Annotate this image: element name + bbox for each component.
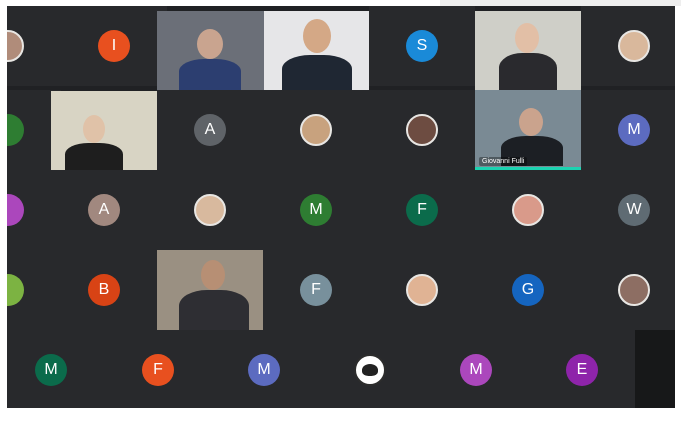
- participant-avatar: A: [194, 114, 226, 146]
- participant-tile[interactable]: B: [51, 250, 157, 330]
- participant-tile[interactable]: [581, 6, 675, 86]
- bottom-strip: [7, 408, 675, 435]
- logo-avatar: [354, 354, 386, 386]
- participant-tile[interactable]: M: [581, 90, 675, 170]
- participant-tile[interactable]: [369, 250, 475, 330]
- participant-video[interactable]: [157, 11, 264, 90]
- participant-avatar: [7, 114, 24, 146]
- participant-tile[interactable]: A: [51, 170, 157, 250]
- participant-avatar: G: [512, 274, 544, 306]
- participant-avatar: [406, 274, 438, 306]
- participant-avatar: F: [300, 274, 332, 306]
- participant-avatar: [7, 194, 24, 226]
- participant-avatar: F: [142, 354, 174, 386]
- participant-avatar: M: [618, 114, 650, 146]
- participant-tile[interactable]: M: [7, 330, 105, 408]
- participant-tile[interactable]: [369, 90, 475, 170]
- participant-tile[interactable]: [157, 170, 263, 250]
- participant-avatar: [618, 30, 650, 62]
- participant-avatar: [512, 194, 544, 226]
- participant-video[interactable]: [51, 91, 157, 171]
- participant-video[interactable]: [157, 250, 264, 330]
- participant-avatar: [618, 274, 650, 306]
- participant-avatar: [194, 194, 226, 226]
- participant-tile[interactable]: S: [369, 6, 475, 86]
- participant-tile[interactable]: [581, 250, 675, 330]
- participant-tile[interactable]: E: [529, 330, 635, 408]
- participant-tile[interactable]: F: [263, 250, 369, 330]
- participant-tile[interactable]: F: [105, 330, 211, 408]
- participant-avatar: M: [300, 194, 332, 226]
- participant-tile[interactable]: M: [263, 170, 369, 250]
- participant-tile[interactable]: M: [423, 330, 529, 408]
- participant-avatar: I: [98, 30, 130, 62]
- participant-avatar: [300, 114, 332, 146]
- participant-tile[interactable]: I: [61, 6, 167, 86]
- participant-avatar: [7, 274, 24, 306]
- participant-avatar: E: [566, 354, 598, 386]
- participant-avatar: A: [88, 194, 120, 226]
- participant-avatar: M: [35, 354, 67, 386]
- participant-tile[interactable]: [263, 90, 369, 170]
- participant-tile[interactable]: W: [581, 170, 675, 250]
- participant-video[interactable]: [475, 11, 581, 90]
- participant-avatar: B: [88, 274, 120, 306]
- participant-tile[interactable]: M: [211, 330, 317, 408]
- participant-tile[interactable]: [475, 170, 581, 250]
- participant-tile[interactable]: [317, 330, 423, 408]
- video-grid: I S A Giovanni Fulli M A M F W B F G M F…: [7, 6, 675, 408]
- participant-tile[interactable]: [7, 6, 61, 86]
- participant-avatar: [406, 114, 438, 146]
- participant-avatar: [7, 30, 24, 62]
- participant-tile[interactable]: F: [369, 170, 475, 250]
- empty-tile: [635, 330, 675, 408]
- participant-avatar: M: [248, 354, 280, 386]
- participant-avatar: M: [460, 354, 492, 386]
- participant-avatar: W: [618, 194, 650, 226]
- participant-name: Giovanni Fulli: [479, 157, 528, 166]
- participant-tile[interactable]: G: [475, 250, 581, 330]
- participant-avatar: S: [406, 30, 438, 62]
- participant-tile[interactable]: A: [157, 90, 263, 170]
- participant-video[interactable]: [264, 11, 369, 90]
- participant-video-active[interactable]: Giovanni Fulli: [475, 90, 581, 170]
- participant-avatar: F: [406, 194, 438, 226]
